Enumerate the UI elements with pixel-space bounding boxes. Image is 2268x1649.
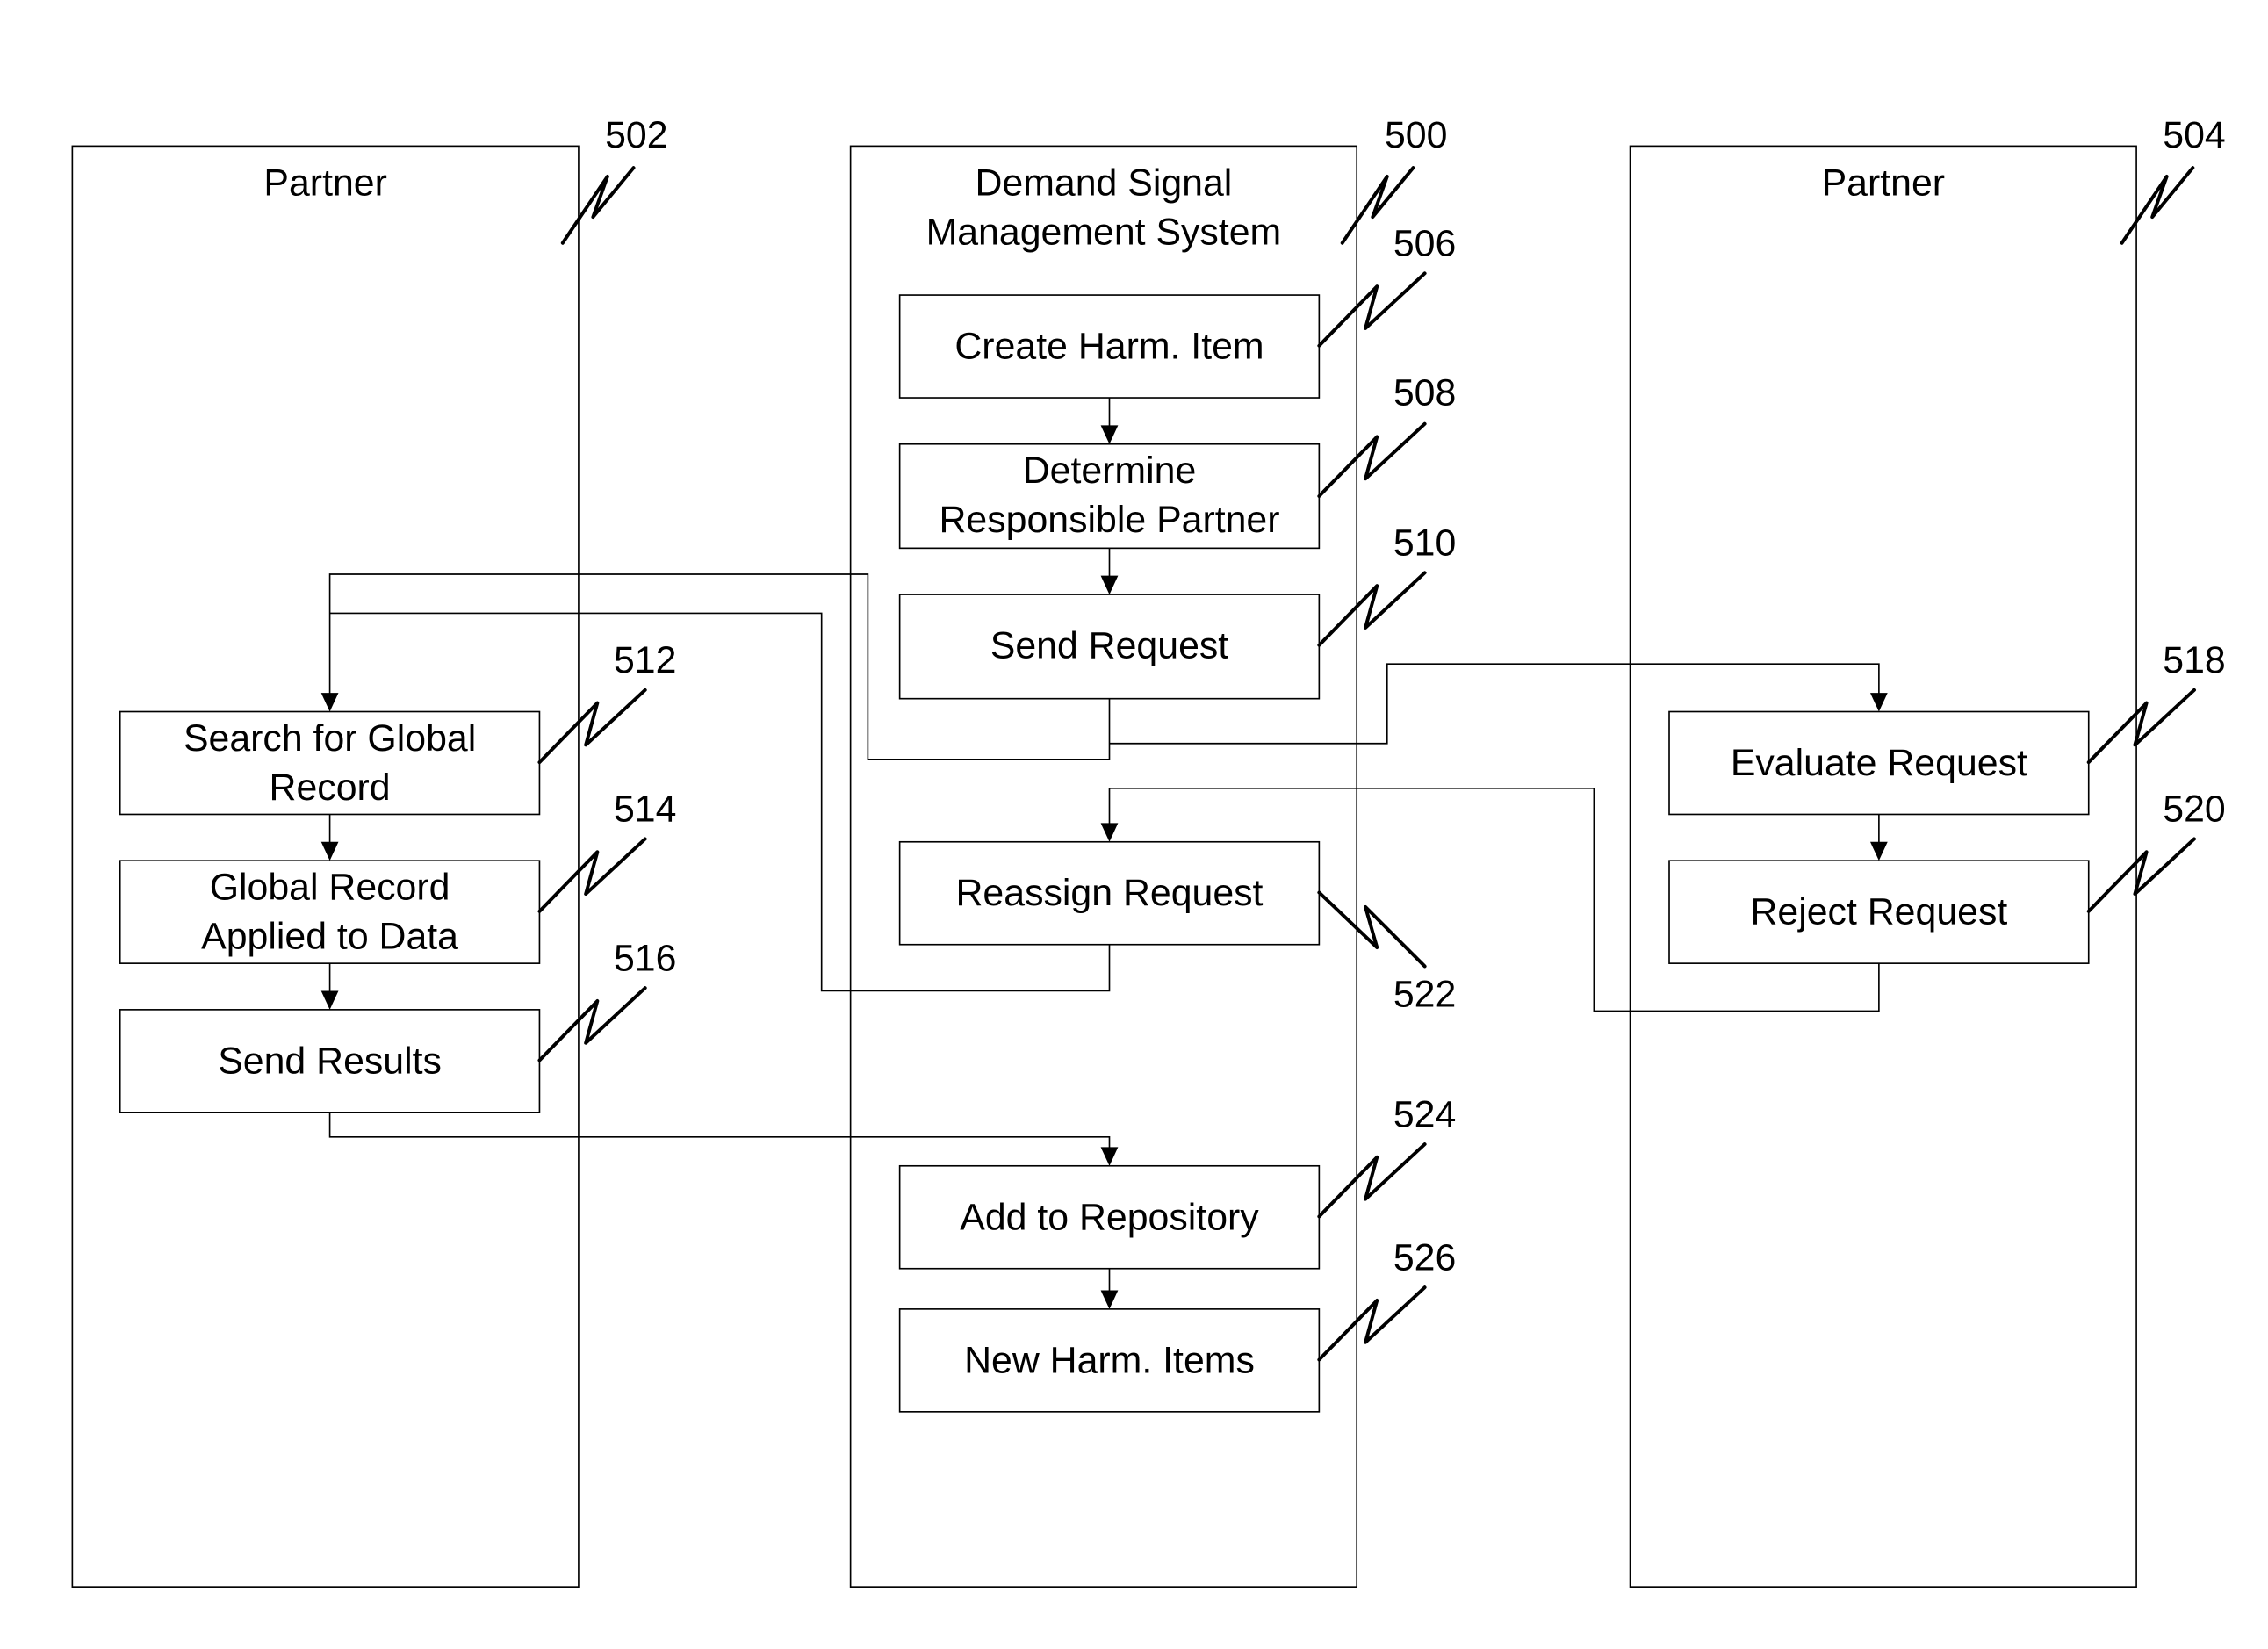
ref-numeral-512: 512: [614, 639, 676, 681]
step-global-record-applied[interactable]: Global Record Applied to Data: [119, 860, 541, 964]
arrowhead-icon: [1869, 693, 1888, 712]
ref-numeral-516: 516: [614, 937, 676, 979]
leader-squiggle-icon: [1317, 1142, 1427, 1219]
leader-squiggle-icon: [537, 837, 647, 913]
ref-numeral-510: 510: [1393, 522, 1456, 565]
ref-numeral-500: 500: [1385, 114, 1447, 156]
arrowhead-icon: [1869, 841, 1888, 861]
leader-squiggle-icon: [2086, 837, 2196, 913]
step-label-line2: Responsible Partner: [939, 499, 1279, 541]
leader-squiggle-icon: [2120, 166, 2195, 245]
leader-squiggle-icon: [1317, 890, 1427, 969]
arrowhead-icon: [1100, 1290, 1119, 1309]
ref-numeral-526: 526: [1393, 1236, 1456, 1278]
leader-squiggle-icon: [537, 986, 647, 1062]
step-reject-request[interactable]: Reject Request: [1668, 860, 2090, 964]
arrowhead-icon: [320, 841, 339, 861]
ref-numeral-502: 502: [605, 114, 667, 156]
leader-squiggle-icon: [1317, 1285, 1427, 1362]
arrowhead-icon: [1100, 425, 1119, 444]
leader-squiggle-icon: [1317, 571, 1427, 647]
arrowhead-icon: [1100, 823, 1119, 842]
ref-numeral-506: 506: [1393, 223, 1456, 265]
ref-numeral-520: 520: [2163, 788, 2225, 831]
step-label: Send Request: [990, 625, 1229, 667]
step-search-global-record[interactable]: Search for Global Record: [119, 710, 541, 816]
leader-squiggle-icon: [560, 166, 636, 245]
flowchart-canvas: Partner Demand Signal Management System …: [71, 114, 2226, 1588]
step-reassign-request[interactable]: Reassign Request: [898, 840, 1321, 946]
step-label-line1: Determine: [1023, 450, 1197, 492]
arrowhead-icon: [1100, 1147, 1119, 1166]
step-label: Reassign Request: [956, 872, 1264, 914]
step-determine-responsible-partner[interactable]: Determine Responsible Partner: [898, 443, 1321, 550]
ref-numeral-514: 514: [614, 788, 676, 831]
arrowhead-icon: [320, 693, 339, 712]
step-evaluate-request[interactable]: Evaluate Request: [1668, 710, 2090, 816]
step-label: Create Harm. Item: [954, 326, 1264, 368]
lane-title-dsms-line1: Demand Signal: [975, 162, 1232, 204]
step-create-harm-item[interactable]: Create Harm. Item: [898, 294, 1321, 399]
step-label: Evaluate Request: [1731, 742, 2027, 784]
ref-numeral-522: 522: [1393, 974, 1456, 1016]
step-label: Send Results: [218, 1040, 442, 1082]
step-label-line2: Record: [270, 767, 391, 809]
ref-numeral-504: 504: [2163, 114, 2225, 156]
flow-results-repo: [328, 1112, 1111, 1153]
leader-squiggle-icon: [1317, 271, 1427, 348]
step-new-harm-items[interactable]: New Harm. Items: [898, 1308, 1321, 1413]
step-label: Reject Request: [1750, 891, 2007, 933]
leader-squiggle-icon: [1317, 421, 1427, 499]
lane-title-dsms-line2: Management System: [926, 211, 1282, 253]
ref-numeral-518: 518: [2163, 639, 2225, 681]
step-label-line1: Global Record: [210, 867, 450, 909]
arrowhead-icon: [320, 990, 339, 1010]
ref-numeral-508: 508: [1393, 371, 1456, 414]
step-label: Add to Repository: [960, 1196, 1259, 1238]
lane-title-partner-right: Partner: [1822, 162, 1945, 204]
step-send-results[interactable]: Send Results: [119, 1009, 541, 1113]
ref-numeral-524: 524: [1393, 1093, 1456, 1135]
step-label: New Harm. Items: [964, 1339, 1255, 1381]
step-add-to-repository[interactable]: Add to Repository: [898, 1164, 1321, 1270]
lane-title-partner-left: Partner: [263, 162, 386, 204]
arrowhead-icon: [1100, 575, 1119, 595]
leader-squiggle-icon: [537, 688, 647, 765]
step-label-line1: Search for Global: [184, 717, 476, 760]
leader-squiggle-icon: [2086, 688, 2196, 765]
step-label-line2: Applied to Data: [201, 916, 458, 958]
step-send-request[interactable]: Send Request: [898, 594, 1321, 700]
